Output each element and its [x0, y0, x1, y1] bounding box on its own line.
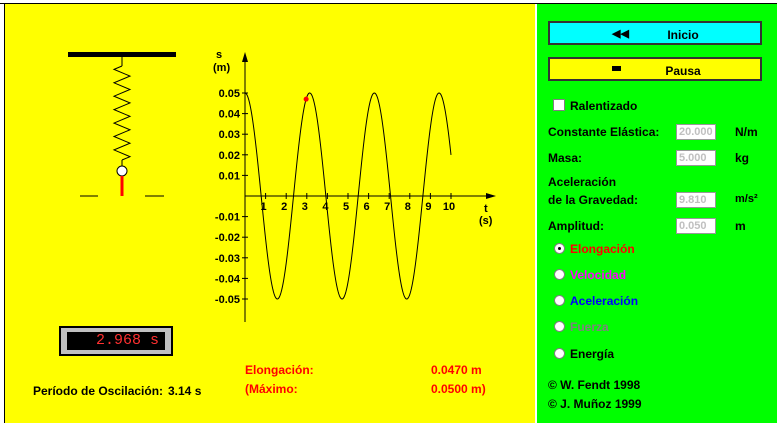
option-radio[interactable]	[554, 321, 565, 332]
option-label[interactable]: Elongación	[570, 242, 635, 256]
x-axis-arrow	[486, 193, 496, 199]
option-radio[interactable]	[554, 295, 565, 306]
copyright-munoz: © J. Muñoz 1999	[548, 397, 642, 411]
elongation-graph: 0.05 0.04 0.03 0.02 0.01 -0.01 -0.02 -0.03 -0.04…	[213, 49, 496, 322]
gravity-unit: m/s²	[735, 193, 758, 205]
y-tick-label: 0.02	[219, 150, 240, 162]
gravity-label-line2: de la Gravedad:	[548, 193, 639, 207]
current-point	[303, 96, 309, 102]
option-radio[interactable]	[554, 243, 565, 254]
mass-unit: kg	[735, 151, 750, 165]
pause-button-label: Pausa	[665, 64, 701, 78]
mass-label: Masa:	[548, 151, 583, 165]
app-stage: 0.05 0.04 0.03 0.02 0.01 -0.01 -0.02 -0.03 -0.04…	[0, 0, 777, 423]
y-axis-arrow	[242, 52, 248, 62]
elongation-value: 0.0470 m	[431, 363, 482, 377]
option-label[interactable]: Fuerza	[570, 320, 609, 334]
spring-assembly	[68, 52, 176, 197]
slow-motion-label: Ralentizado	[570, 99, 638, 113]
period-value: 3.14 s	[168, 384, 202, 398]
mass-input[interactable]	[676, 150, 716, 166]
spring-constant-unit: N/m	[735, 125, 758, 139]
amplitude-label: Amplitud:	[548, 219, 604, 233]
option-radio[interactable]	[554, 269, 565, 280]
max-label: (Máximo:	[245, 382, 298, 396]
x-tick-label: 4	[322, 201, 329, 213]
copyright-fendt: © W. Fendt 1998	[548, 378, 641, 392]
x-tick-label: 2	[281, 201, 287, 213]
y-tick-label: -0.04	[215, 273, 241, 285]
spring-constant-input[interactable]	[676, 124, 716, 140]
gravity-label-line1: Aceleración	[548, 175, 617, 189]
spring-ceiling	[68, 52, 176, 57]
amplitude-unit: m	[735, 219, 746, 233]
max-value: 0.0500 m)	[431, 382, 486, 396]
y-tick-label: -0.01	[215, 212, 240, 224]
x-tick-label: 9	[425, 201, 431, 213]
amplitude-input[interactable]	[676, 218, 716, 234]
timer-screen: 2.968 s	[67, 332, 165, 350]
x-tick-label: 10	[443, 201, 455, 213]
option-label[interactable]: Velocidad	[570, 268, 626, 282]
x-axis-label: t	[484, 203, 488, 215]
elongation-label: Elongación:	[245, 363, 314, 377]
y-tick-label: 0.04	[219, 109, 241, 121]
gravity-input[interactable]	[676, 192, 716, 208]
spring-coil	[112, 65, 132, 161]
option-label[interactable]: Aceleración	[570, 294, 638, 308]
y-tick-label: 0.05	[219, 88, 240, 100]
y-tick-label: -0.05	[215, 294, 240, 306]
reset-button[interactable]: ◀◀ Inicio	[548, 21, 762, 45]
y-tick-label: 0.03	[219, 129, 240, 141]
x-tick-label: 5	[343, 201, 349, 213]
y-tick-label: -0.02	[215, 232, 240, 244]
radio-dot	[558, 247, 561, 250]
option-label[interactable]: Energía	[570, 347, 614, 361]
y-tick-label: -0.03	[215, 253, 240, 265]
x-axis-unit: (s)	[479, 215, 493, 227]
x-tick-label: 7	[384, 201, 390, 213]
y-axis-unit: (m)	[213, 62, 230, 74]
y-ticks: 0.05 0.04 0.03 0.02 0.01 -0.01 -0.02 -0.03 -0.04…	[215, 88, 248, 306]
x-tick-label: 8	[405, 201, 411, 213]
spring-mass-bob	[116, 165, 128, 177]
x-tick-label: 3	[302, 201, 308, 213]
period-label: Período de Oscilación:	[33, 384, 164, 398]
timer-display: 2.968 s	[59, 326, 173, 356]
option-radio[interactable]	[554, 348, 565, 359]
x-tick-label: 6	[364, 201, 370, 213]
reset-button-label: Inicio	[667, 28, 699, 42]
slow-motion-checkbox[interactable]	[553, 99, 565, 111]
simulation-canvas: 0.05 0.04 0.03 0.02 0.01 -0.01 -0.02 -0.03 -0.04…	[68, 49, 496, 322]
y-axis-label: s	[216, 49, 222, 61]
spring-constant-label: Constante Elástica:	[548, 125, 660, 139]
y-tick-label: 0.01	[219, 170, 240, 182]
pause-button[interactable]: Pausa	[548, 57, 762, 81]
